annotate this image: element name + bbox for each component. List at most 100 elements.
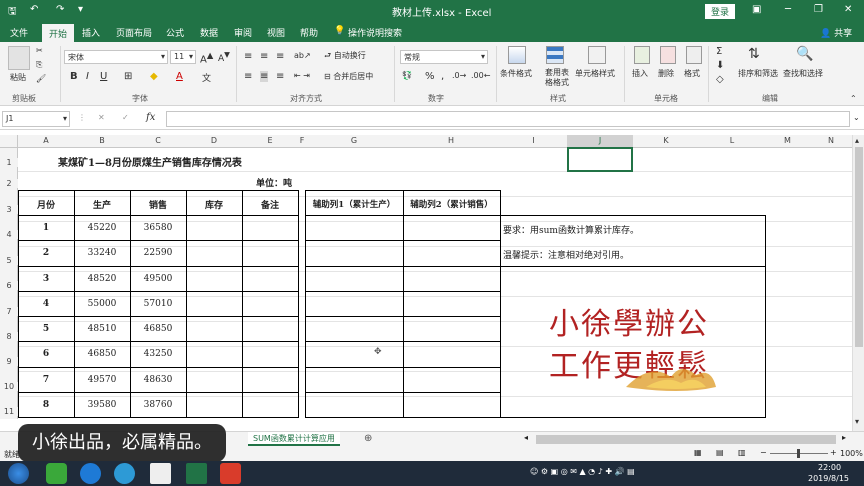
col-header-c[interactable]: C <box>130 136 186 145</box>
align-right-icon[interactable]: ≡ <box>276 71 284 82</box>
copy-icon[interactable]: ⎘ <box>36 60 42 70</box>
tab-home[interactable]: 开始 <box>42 24 75 42</box>
login-button[interactable]: 登录 <box>705 4 736 19</box>
col-header-g[interactable]: G <box>306 136 402 145</box>
scroll-down-icon[interactable]: ▾ <box>855 417 859 426</box>
browser-icon[interactable] <box>46 463 67 484</box>
cell-styles-button[interactable]: 单元格样式 <box>575 68 615 79</box>
align-bottom-icon[interactable]: ≡ <box>276 51 284 62</box>
enter-icon[interactable]: ✓ <box>122 113 129 122</box>
find-select-button[interactable]: 查找和选择 <box>783 68 823 79</box>
k-app-icon[interactable] <box>80 463 101 484</box>
scroll-up-icon[interactable]: ▴ <box>855 136 859 145</box>
sort-filter-button[interactable]: 排序和筛选 <box>738 68 778 79</box>
hscroll-right-icon[interactable]: ▸ <box>842 433 846 442</box>
tab-formulas[interactable]: 公式 <box>166 26 184 39</box>
media-app-icon[interactable] <box>220 463 241 484</box>
increase-decimal-icon[interactable]: .0→ <box>452 71 466 80</box>
row-header-3[interactable]: 3 <box>0 205 18 214</box>
row-header-7[interactable]: 7 <box>0 307 18 316</box>
hscroll-left-icon[interactable]: ◂ <box>524 433 528 442</box>
col-header-i[interactable]: I <box>500 136 567 145</box>
col-header-d[interactable]: D <box>186 136 242 145</box>
tab-view[interactable]: 视图 <box>267 26 285 39</box>
number-format-select[interactable]: 常规 ▾ <box>400 50 488 64</box>
col-header-b[interactable]: B <box>74 136 130 145</box>
grow-font-icon[interactable]: A▲ <box>200 50 213 65</box>
sheet-tab-active[interactable]: SUM函数累计计算应用 <box>248 432 340 446</box>
delete-cells-button[interactable]: 删除 <box>658 68 674 79</box>
zoom-thumb[interactable] <box>797 449 800 458</box>
ribbon-display-icon[interactable]: ▣ <box>752 4 761 15</box>
undo-icon[interactable]: ↶ <box>30 4 38 15</box>
row-header-4[interactable]: 4 <box>0 230 18 239</box>
save-icon[interactable]: 🖫 <box>8 4 17 21</box>
normal-view-icon[interactable]: ▦ <box>694 448 702 457</box>
scroll-thumb[interactable] <box>855 147 863 347</box>
font-color-icon[interactable]: A <box>176 71 183 82</box>
formula-input[interactable] <box>166 111 850 127</box>
fill-icon[interactable]: ⬇ <box>716 60 724 71</box>
page-layout-icon[interactable]: ▤ <box>716 448 724 457</box>
add-sheet-icon[interactable]: ⊕ <box>364 433 372 444</box>
tab-data[interactable]: 数据 <box>200 26 218 39</box>
start-icon[interactable] <box>8 463 29 484</box>
col-header-n[interactable]: N <box>810 136 852 145</box>
name-box[interactable]: J1 ▾ <box>2 111 70 127</box>
paste-button[interactable]: 粘贴 <box>10 72 26 83</box>
row-header-11[interactable]: 11 <box>0 407 18 416</box>
tab-help[interactable]: 帮助 <box>300 26 318 39</box>
redo-icon[interactable]: ↷ <box>56 4 64 15</box>
insert-cells-button[interactable]: 插入 <box>632 68 648 79</box>
insert-function-icon[interactable]: fx <box>146 112 155 123</box>
page-break-icon[interactable]: ▥ <box>738 448 746 457</box>
bold-icon[interactable]: B <box>70 71 78 82</box>
col-header-l[interactable]: L <box>699 136 765 145</box>
phonetic-icon[interactable]: 文 <box>202 71 211 84</box>
cancel-icon[interactable]: ✕ <box>98 113 105 122</box>
col-header-h[interactable]: H <box>402 136 500 145</box>
wrap-text-button[interactable]: ⮐ 自动换行 <box>324 50 366 64</box>
row-header-2[interactable]: 2 <box>0 179 18 188</box>
orientation-icon[interactable]: ab↗ <box>294 51 311 60</box>
col-header-a[interactable]: A <box>18 136 74 145</box>
close-icon[interactable]: ✕ <box>844 4 852 15</box>
currency-icon[interactable]: 💱 <box>402 71 412 80</box>
cut-icon[interactable]: ✂ <box>36 46 43 55</box>
row-header-5[interactable]: 5 <box>0 256 18 265</box>
vertical-scrollbar[interactable]: ▴ ▾ <box>852 135 864 431</box>
col-header-f[interactable]: F <box>298 136 306 145</box>
maximize-icon[interactable]: ❐ <box>814 4 823 15</box>
col-header-m[interactable]: M <box>765 136 810 145</box>
tray-icons[interactable]: ☺ ⚙ ▣ ◎ ✉ ▲ ◔ ♪ ✚ 🔊 ▤ <box>530 467 635 476</box>
zoom-out-icon[interactable]: − <box>760 448 767 457</box>
col-header-k[interactable]: K <box>633 136 699 145</box>
row-header-9[interactable]: 9 <box>0 357 18 366</box>
tab-page-layout[interactable]: 页面布局 <box>116 26 152 39</box>
select-all-button[interactable] <box>0 135 18 148</box>
format-cells-button[interactable]: 格式 <box>684 68 700 79</box>
clear-icon[interactable]: ◇ <box>716 74 724 85</box>
fill-color-icon[interactable]: ◆ <box>150 71 158 82</box>
format-painter-icon[interactable]: 🖌 <box>36 74 46 83</box>
align-left-icon[interactable]: ≡ <box>244 71 252 82</box>
customize-qat-icon[interactable]: ▾ <box>78 4 83 15</box>
align-top-icon[interactable]: ≡ <box>244 51 252 62</box>
tell-me-search[interactable]: 操作说明搜索 <box>348 26 402 39</box>
zoom-level[interactable]: 100% <box>840 449 863 458</box>
row-header-8[interactable]: 8 <box>0 332 18 341</box>
format-as-table-button[interactable]: 套用表格格式 <box>542 68 572 88</box>
col-header-e[interactable]: E <box>242 136 298 145</box>
comma-icon[interactable]: , <box>441 71 444 82</box>
shrink-font-icon[interactable]: A▼ <box>218 50 230 64</box>
tab-review[interactable]: 审阅 <box>234 26 252 39</box>
collapse-ribbon-icon[interactable]: ⌃ <box>850 94 857 103</box>
minimize-icon[interactable]: ─ <box>785 4 791 15</box>
zoom-in-icon[interactable]: + <box>830 448 837 457</box>
merge-center-button[interactable]: ⊟ 合并后居中 <box>324 71 373 82</box>
italic-icon[interactable]: I <box>86 71 89 82</box>
row-header-10[interactable]: 10 <box>0 382 18 391</box>
file-icon[interactable] <box>150 463 171 484</box>
selected-cell[interactable] <box>567 147 633 172</box>
decrease-decimal-icon[interactable]: .00← <box>471 71 490 80</box>
